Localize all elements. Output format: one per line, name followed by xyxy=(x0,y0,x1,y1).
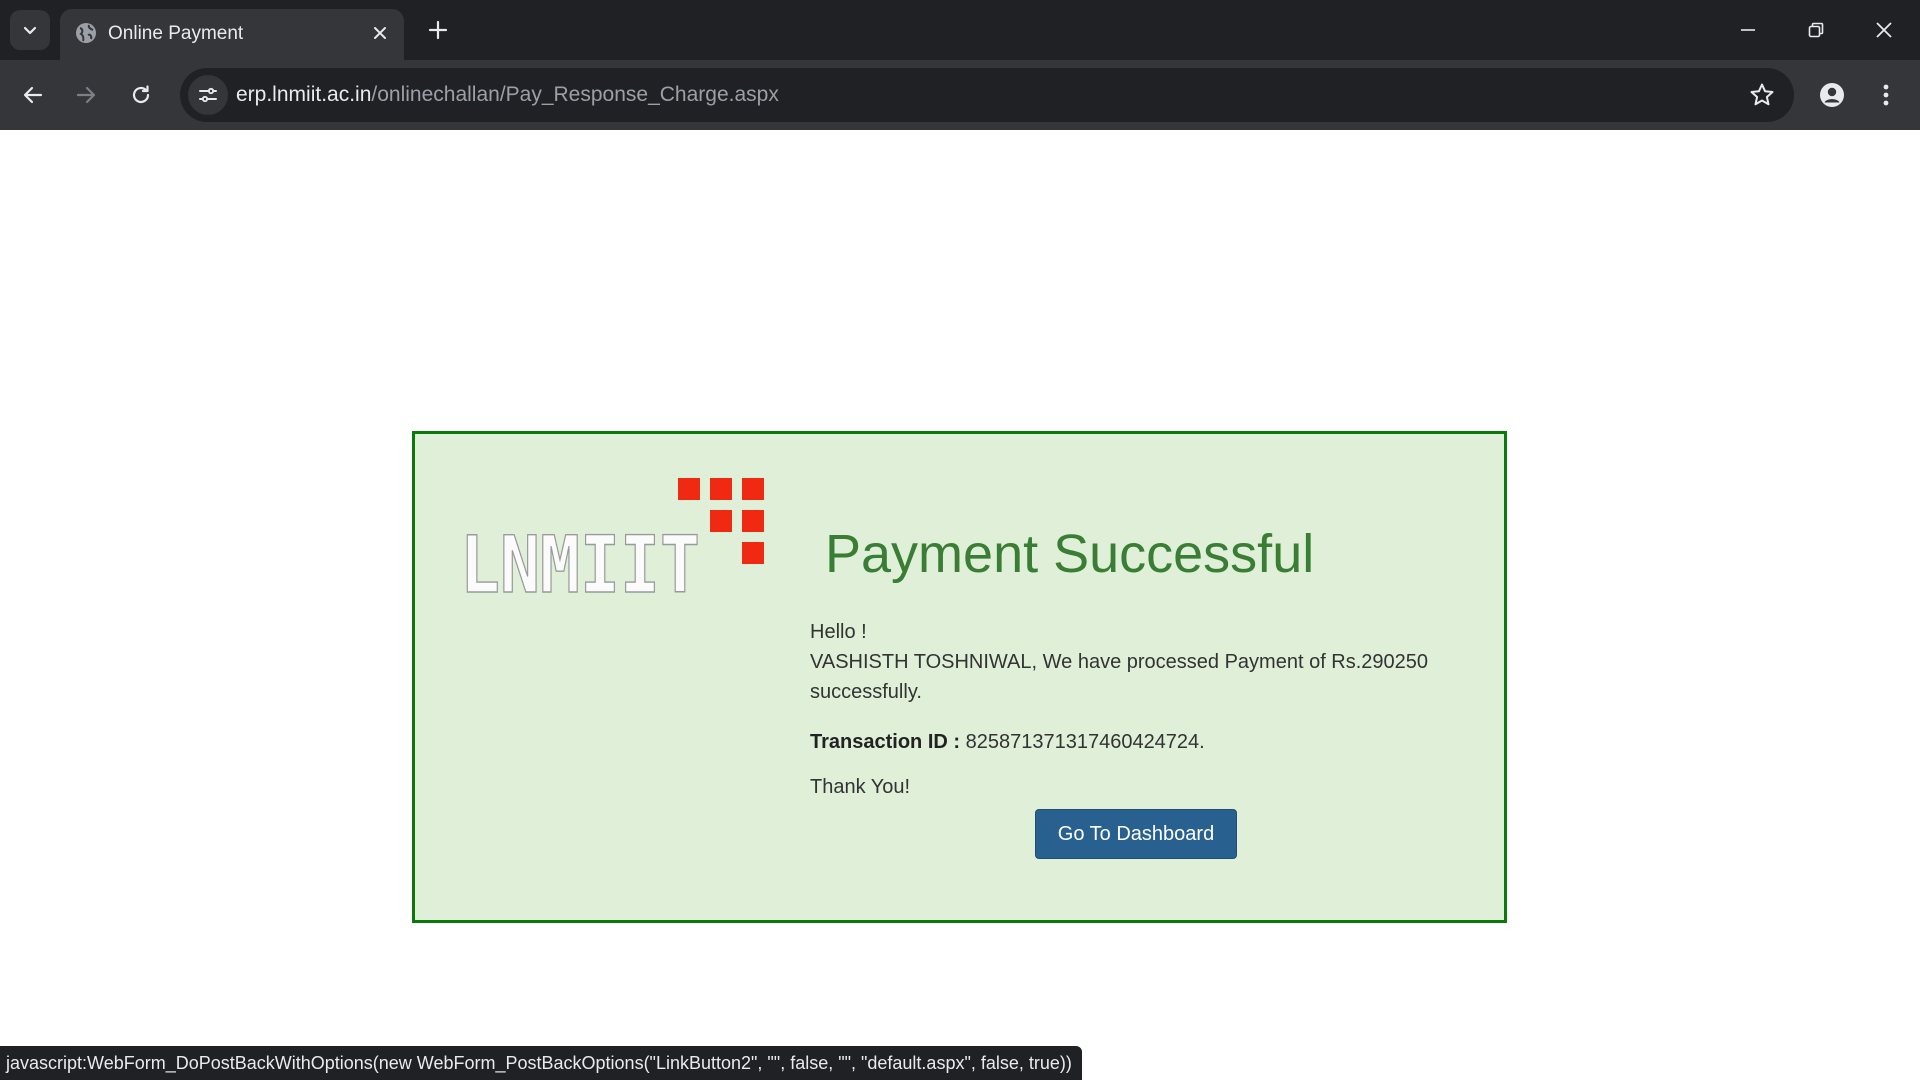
plus-icon xyxy=(428,20,448,40)
site-info-button[interactable] xyxy=(188,75,228,115)
minimize-icon xyxy=(1741,29,1755,31)
person-icon xyxy=(1820,83,1844,107)
restore-button[interactable] xyxy=(1782,0,1850,60)
confirmation-text: VASHISTH TOSHNIWAL, We have processed Pa… xyxy=(810,651,1429,703)
page-viewport: LNMIIT Payment Successful Hello ! VASHIS… xyxy=(0,130,1920,1080)
profile-button[interactable] xyxy=(1812,75,1852,115)
back-button[interactable] xyxy=(13,75,53,115)
new-tab-button[interactable] xyxy=(420,14,456,46)
transaction-label: Transaction ID : xyxy=(810,731,961,753)
go-to-dashboard-button[interactable]: Go To Dashboard xyxy=(1035,809,1237,859)
active-tab[interactable]: Online Payment xyxy=(60,9,404,60)
payment-result-card: LNMIIT Payment Successful Hello ! VASHIS… xyxy=(412,431,1507,923)
link-status-bar: javascript:WebForm_DoPostBackWithOptions… xyxy=(0,1046,1082,1080)
bookmark-button[interactable] xyxy=(1748,81,1776,109)
thanks-text: Thank You! xyxy=(810,776,911,798)
url-text: erp.lnmiit.ac.in/onlinechallan/Pay_Respo… xyxy=(236,82,779,108)
url-host: erp.lnmiit.ac.in xyxy=(236,83,372,106)
tab-strip: Online Payment xyxy=(0,0,1920,60)
tab-title: Online Payment xyxy=(108,23,244,44)
tab-search-button[interactable] xyxy=(10,10,50,50)
tab-close-button[interactable] xyxy=(368,21,392,45)
lnmiit-logo: LNMIIT xyxy=(460,478,764,594)
chevron-down-icon xyxy=(23,26,37,35)
tune-icon xyxy=(199,87,217,103)
restore-icon xyxy=(1808,22,1824,38)
arrow-right-icon xyxy=(76,86,96,104)
arrow-left-icon xyxy=(23,86,43,104)
minimize-button[interactable] xyxy=(1714,0,1782,60)
reload-button[interactable] xyxy=(121,75,161,115)
address-bar[interactable]: erp.lnmiit.ac.in/onlinechallan/Pay_Respo… xyxy=(180,68,1794,122)
forward-button[interactable] xyxy=(66,75,106,115)
url-path: /onlinechallan/Pay_Response_Charge.aspx xyxy=(371,83,779,106)
browser-toolbar: erp.lnmiit.ac.in/onlinechallan/Pay_Respo… xyxy=(0,60,1920,130)
greeting-text: Hello ! xyxy=(810,621,867,643)
globe-icon xyxy=(76,23,96,43)
payment-message: Hello ! VASHISTH TOSHNIWAL, We have proc… xyxy=(810,617,1490,707)
transaction-line: Transaction ID : 825871371317460424724. xyxy=(810,727,1205,757)
reload-icon xyxy=(132,85,150,104)
page-title: Payment Successful xyxy=(825,524,1315,584)
star-icon xyxy=(1750,83,1774,106)
close-icon xyxy=(374,27,386,39)
logo-wordmark: LNMIIT xyxy=(460,521,700,594)
browser-menu-button[interactable] xyxy=(1868,75,1904,115)
window-close-button[interactable] xyxy=(1850,0,1918,60)
kebab-icon xyxy=(1883,84,1889,106)
close-icon xyxy=(1876,22,1892,38)
transaction-id: 825871371317460424724. xyxy=(965,731,1205,753)
